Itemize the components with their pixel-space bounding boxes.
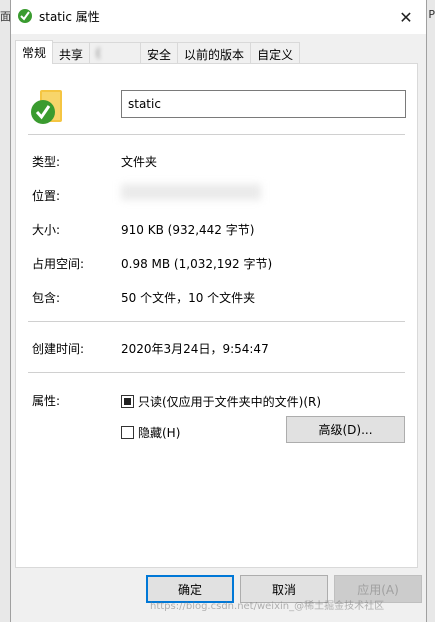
contains-value: 50 个文件，10 个文件夹 xyxy=(121,291,256,305)
tab-strip: 常规 共享 ( 安全 以前的版本 自定义 xyxy=(15,40,301,64)
divider xyxy=(28,321,405,322)
tab-obscured[interactable]: ( xyxy=(89,42,142,64)
disk-size-value: 0.98 MB (1,032,192 字节) xyxy=(121,257,273,271)
tab-previous-versions[interactable]: 以前的版本 xyxy=(177,42,252,64)
size-value: 910 KB (932,442 字节) xyxy=(121,223,255,237)
contains-label: 包含: xyxy=(32,291,61,305)
close-icon: ✕ xyxy=(399,7,413,27)
folder-check-icon xyxy=(18,9,32,23)
background-window-left: 面 xyxy=(0,0,11,622)
type-label: 类型: xyxy=(32,155,61,169)
location-value-redacted xyxy=(121,184,261,200)
hidden-label: 隐藏(H) xyxy=(138,426,181,440)
title-bar[interactable]: static 属性 ✕ xyxy=(11,0,426,34)
disk-size-label: 占用空间: xyxy=(32,257,85,271)
hidden-checkbox-row[interactable]: 隐藏(H) xyxy=(121,424,180,441)
advanced-button[interactable]: 高级(D)... xyxy=(286,416,405,443)
readonly-checkbox-row[interactable]: 只读(仅应用于文件夹中的文件)(R) xyxy=(121,393,321,410)
tab-security[interactable]: 安全 xyxy=(140,42,179,64)
type-value: 文件夹 xyxy=(121,155,158,169)
attributes-label: 属性: xyxy=(32,394,61,408)
general-panel: 类型: 文件夹 位置: 大小: 910 KB (932,442 字节) 占用空间… xyxy=(15,63,418,568)
background-window-right: P xyxy=(427,0,435,622)
tab-customize[interactable]: 自定义 xyxy=(250,42,301,64)
divider xyxy=(28,372,405,373)
tab-general[interactable]: 常规 xyxy=(15,40,54,64)
readonly-label: 只读(仅应用于文件夹中的文件)(R) xyxy=(138,395,322,409)
divider xyxy=(28,134,405,135)
properties-dialog: static 属性 ✕ 常规 共享 ( 安全 以前的版本 自定义 类型: 文件夹… xyxy=(10,0,427,622)
hidden-checkbox[interactable] xyxy=(121,426,134,439)
location-label: 位置: xyxy=(32,189,61,203)
folder-name-input[interactable] xyxy=(121,90,406,118)
folder-icon xyxy=(31,90,62,124)
size-label: 大小: xyxy=(32,223,61,237)
readonly-checkbox[interactable] xyxy=(121,395,134,408)
background-right-text: P xyxy=(428,8,435,21)
close-button[interactable]: ✕ xyxy=(386,0,426,34)
watermark-text: https://blog.csdn.net/weixin_@稀土掘金技术社区 xyxy=(150,601,385,612)
tab-obscured-label: ( xyxy=(96,46,101,60)
created-value: 2020年3月24日，9:54:47 xyxy=(121,342,269,356)
tab-sharing[interactable]: 共享 xyxy=(52,42,91,64)
window-title: static 属性 xyxy=(39,10,100,24)
created-label: 创建时间: xyxy=(32,342,85,356)
